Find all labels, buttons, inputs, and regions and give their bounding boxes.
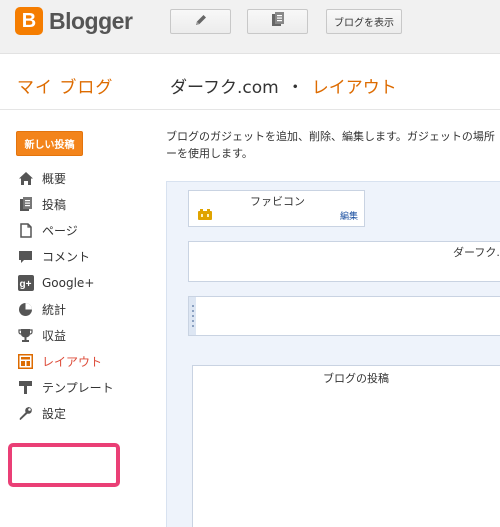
sidebar-item-settings[interactable]: 設定 bbox=[17, 401, 114, 427]
title-separator: ・ bbox=[286, 78, 304, 98]
header-gadget[interactable]: ダーフク. bbox=[188, 241, 500, 282]
sidebar-item-comments[interactable]: コメント bbox=[17, 244, 114, 270]
sidebar-item-label: レイアウト bbox=[42, 354, 103, 369]
layout-highlight-box bbox=[8, 443, 120, 487]
sidebar-item-google-plus[interactable]: g+ Google+ bbox=[17, 270, 114, 296]
section-name: レイアウト bbox=[311, 78, 397, 98]
new-post-pencil-button[interactable] bbox=[170, 9, 231, 34]
template-icon bbox=[17, 380, 34, 396]
layout-description: ブログのガジェットを追加、削除、編集します。ガジェットの場所 ーを使用します。 bbox=[166, 128, 500, 162]
sidebar-item-label: テンプレート bbox=[42, 381, 114, 396]
google-plus-icon: g+ bbox=[17, 274, 34, 291]
sidebar-item-label: コメント bbox=[42, 250, 91, 265]
sidebar-item-stats[interactable]: 統計 bbox=[17, 296, 114, 322]
comment-icon bbox=[17, 249, 34, 265]
brand-name: Blogger bbox=[49, 7, 133, 34]
gadget-title: ブログの投稿 bbox=[323, 372, 389, 385]
stats-pie-icon bbox=[17, 301, 34, 317]
sidebar-item-label: 投稿 bbox=[42, 197, 67, 212]
sidebar-item-earnings[interactable]: 収益 bbox=[17, 322, 114, 348]
page-title: ダーフク.com ・レイアウト bbox=[170, 73, 397, 98]
gadget-title: ファビコン bbox=[250, 195, 305, 208]
sidebar: 新しい投稿 概要 投稿 ページ コメント g+ Google+ 統計 収益 レイ… bbox=[0, 111, 152, 527]
blog-posts-gadget[interactable]: ブログの投稿 bbox=[192, 365, 500, 527]
new-post-button[interactable]: 新しい投稿 bbox=[16, 131, 83, 156]
my-blog-link[interactable]: マイ ブログ bbox=[17, 73, 113, 98]
trophy-icon bbox=[17, 327, 34, 343]
sidebar-item-label: Google+ bbox=[42, 275, 95, 290]
top-bar: B Blogger ブログを表示 bbox=[0, 0, 500, 54]
gadget-title: ダーフク. bbox=[453, 246, 500, 259]
favicon-gadget[interactable]: ファビコン 編集 bbox=[188, 190, 365, 227]
document-list-icon bbox=[271, 12, 285, 31]
sidebar-item-label: 設定 bbox=[42, 407, 67, 422]
blogger-logo-icon: B bbox=[15, 7, 43, 35]
main-content: ブログのガジェットを追加、削除、編集します。ガジェットの場所 ーを使用します。 … bbox=[152, 111, 500, 527]
view-blog-button[interactable]: ブログを表示 bbox=[326, 9, 402, 34]
description-line-1: ブログのガジェットを追加、削除、編集します。ガジェットの場所 bbox=[166, 130, 495, 143]
svg-text:g+: g+ bbox=[19, 279, 31, 290]
posts-icon bbox=[17, 196, 34, 212]
sidebar-item-label: 統計 bbox=[42, 302, 67, 317]
sidebar-nav: 概要 投稿 ページ コメント g+ Google+ 統計 収益 レイアウト テン… bbox=[17, 165, 114, 427]
layout-editor-area: ファビコン 編集 ダーフク. ブログの投稿 bbox=[166, 181, 500, 527]
sidebar-item-label: 収益 bbox=[42, 328, 67, 343]
sidebar-item-layout[interactable]: レイアウト bbox=[17, 348, 114, 374]
description-line-2: ーを使用します。 bbox=[166, 147, 253, 160]
wrench-icon bbox=[17, 406, 34, 422]
blogger-logo[interactable]: B Blogger bbox=[15, 7, 133, 35]
blog-name: ダーフク.com bbox=[170, 78, 279, 98]
page-icon bbox=[17, 222, 34, 238]
posts-list-button[interactable] bbox=[247, 9, 308, 34]
sidebar-item-posts[interactable]: 投稿 bbox=[17, 191, 114, 217]
sidebar-item-overview[interactable]: 概要 bbox=[17, 165, 114, 191]
drag-handle-icon[interactable] bbox=[189, 297, 196, 335]
favicon-image-icon bbox=[198, 205, 212, 224]
edit-link[interactable]: 編集 bbox=[340, 209, 358, 222]
sidebar-item-label: ページ bbox=[42, 223, 78, 238]
sidebar-item-template[interactable]: テンプレート bbox=[17, 375, 114, 401]
cross-column-gadget[interactable] bbox=[188, 296, 500, 336]
sidebar-item-pages[interactable]: ページ bbox=[17, 217, 114, 243]
sub-header: マイ ブログ ダーフク.com ・レイアウト bbox=[0, 54, 500, 110]
layout-icon bbox=[17, 353, 34, 369]
sidebar-item-label: 概要 bbox=[42, 171, 67, 186]
home-icon bbox=[17, 170, 34, 186]
pencil-icon bbox=[194, 12, 208, 31]
